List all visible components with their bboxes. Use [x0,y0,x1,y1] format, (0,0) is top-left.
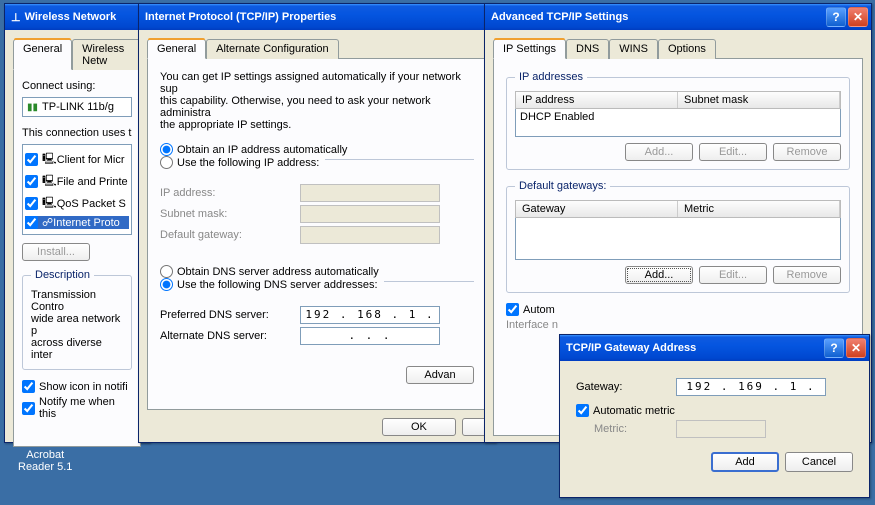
titlebar-gateway-dialog[interactable]: TCP/IP Gateway Address ? ✕ [560,335,869,361]
titlebar-tcpip[interactable]: Internet Protocol (TCP/IP) Properties [139,4,495,30]
description-legend: Description [31,269,94,281]
gateway-field [300,226,440,244]
metric-label: Metric: [576,423,676,435]
titlebar-wireless[interactable]: ⊥ Wireless Network [5,4,149,30]
radio-use-ip[interactable] [160,156,173,169]
gw-add-button[interactable]: Add... [625,266,693,284]
ip-add-button[interactable]: Add... [625,143,693,161]
tab-ip-settings[interactable]: IP Settings [493,39,566,59]
blurb-text: You can get IP settings assigned automat… [160,71,474,131]
title-text: TCP/IP Gateway Address [566,342,696,354]
connect-using-label: Connect using: [22,80,132,92]
ip-remove-button: Remove [773,143,841,161]
cancel-button[interactable]: Cancel [785,452,853,472]
chk-qos[interactable] [25,197,38,210]
subnet-field [300,205,440,223]
radio-auto-ip[interactable] [160,143,173,156]
chk-show-icon[interactable] [22,380,35,393]
window-gateway-dialog: TCP/IP Gateway Address ? ✕ Gateway: 192 … [559,334,870,498]
gateway-label: Gateway: [576,381,676,393]
alt-dns-field[interactable]: . . . [300,327,440,345]
tab-wins[interactable]: WINS [609,39,658,59]
ip-list[interactable]: DHCP Enabled [515,109,841,137]
radio-use-dns[interactable] [160,278,173,291]
title-text: Advanced TCP/IP Settings [491,11,628,23]
window-wireless: ⊥ Wireless Network General Wireless Netw… [4,3,150,443]
install-button[interactable]: Install... [22,243,90,261]
metric-input [676,420,766,438]
uses-label: This connection uses t [22,127,132,139]
chk-auto-metric[interactable] [506,303,519,316]
help-button[interactable]: ? [826,7,846,27]
gw-edit-button: Edit... [699,266,767,284]
ok-button[interactable]: OK [382,418,456,436]
close-button[interactable]: ✕ [848,7,868,27]
title-text: Internet Protocol (TCP/IP) Properties [145,11,336,23]
help-button[interactable]: ? [824,338,844,358]
gw-remove-button: Remove [773,266,841,284]
tab-general[interactable]: General [13,39,72,70]
titlebar-advanced[interactable]: Advanced TCP/IP Settings ? ✕ [485,4,871,30]
ip-list-header: IP address Subnet mask [515,91,841,109]
tab-wireless-networks[interactable]: Wireless Netw [72,39,141,70]
tab-alternate[interactable]: Alternate Configuration [206,39,339,59]
title-text: Wireless Network [25,11,117,23]
add-button[interactable]: Add [711,452,779,472]
gateway-input[interactable]: 192 . 169 . 1 . [676,378,826,396]
gw-list[interactable] [515,218,841,260]
tab-options[interactable]: Options [658,39,716,59]
chk-auto-metric-dlg[interactable] [576,404,589,417]
chk-fileprint[interactable] [25,175,38,188]
gw-list-header: Gateway Metric [515,200,841,218]
components-list[interactable]: 🖳Client for Micr 🖳File and Printe 🖳QoS P… [22,144,132,235]
ip-list-row[interactable]: DHCP Enabled [520,111,836,123]
tab-general[interactable]: General [147,39,206,59]
description-text: Transmission Contro wide area network p … [31,289,123,361]
gateways-legend: Default gateways: [515,180,610,192]
chk-client[interactable] [25,153,38,166]
chk-tcpip[interactable] [25,216,38,229]
radio-auto-dns[interactable] [160,265,173,278]
adapter-box[interactable]: ▮▮ TP-LINK 11b/g [22,97,132,117]
window-tcpip-props: Internet Protocol (TCP/IP) Properties Ge… [138,3,496,443]
close-button[interactable]: ✕ [846,338,866,358]
ip-edit-button: Edit... [699,143,767,161]
pref-dns-field[interactable]: 192 . 168 . 1 . [300,306,440,324]
ip-addresses-legend: IP addresses [515,71,587,83]
ip-field [300,184,440,202]
tab-dns[interactable]: DNS [566,39,609,59]
chk-notify[interactable] [22,402,35,415]
advanced-button[interactable]: Advan [406,366,474,384]
